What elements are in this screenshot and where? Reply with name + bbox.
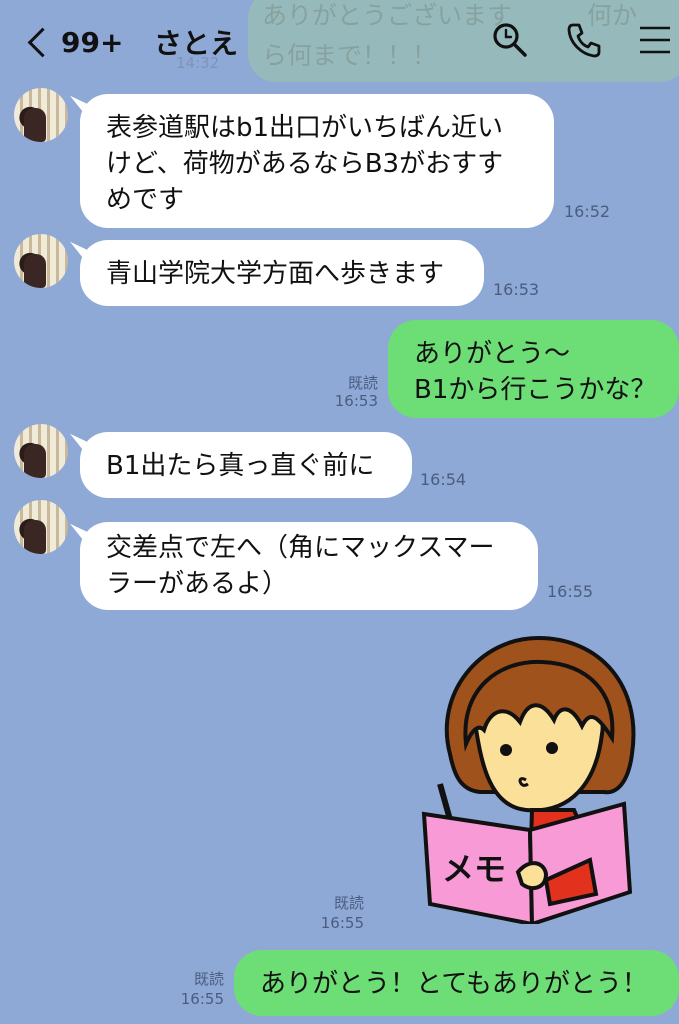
message-bubble-incoming[interactable]: 表参道駅はb1出口がいちばん近い けど、荷物があるならB3がおすす めです	[80, 94, 554, 228]
avatar[interactable]	[14, 88, 68, 142]
chat-header: 99+ さとえ	[0, 0, 679, 82]
message-time: 16:53	[334, 392, 378, 410]
avatar[interactable]	[14, 500, 68, 554]
message-bubble-incoming[interactable]: B1出たら真っ直ぐ前に	[80, 432, 412, 498]
sticker-girl-memo[interactable]: メモ	[420, 634, 652, 924]
read-receipt: 既読	[333, 894, 364, 912]
read-receipt: 既読	[193, 970, 224, 988]
search-icon[interactable]	[490, 20, 530, 60]
read-receipt: 既読	[347, 374, 378, 392]
sticker-memo-text: メモ	[442, 850, 506, 888]
message-time: 16:52	[564, 202, 611, 221]
message-time: 16:55	[547, 582, 594, 601]
phone-icon[interactable]	[564, 20, 604, 60]
message-time: 16:54	[420, 470, 467, 489]
message-time: 16:55	[320, 914, 364, 932]
message-time: 16:55	[180, 990, 224, 1008]
avatar[interactable]	[14, 234, 68, 288]
message-bubble-outgoing[interactable]: ありがとう〜 B1から行こうかな？	[388, 320, 679, 418]
back-button[interactable]: 99+	[22, 22, 132, 62]
message-bubble-incoming[interactable]: 交差点で左へ（角にマックスマー ラーがあるよ）	[80, 522, 538, 610]
chevron-left-icon	[27, 27, 58, 57]
contact-name: さとえ	[154, 27, 239, 60]
menu-icon[interactable]	[636, 20, 676, 60]
message-bubble-outgoing[interactable]: ありがとう！とてもありがとう！	[234, 950, 679, 1016]
message-bubble-incoming[interactable]: 青山学院大学方面へ歩きます	[80, 240, 484, 306]
avatar[interactable]	[14, 424, 68, 478]
unread-count: 99+	[61, 25, 124, 59]
message-time: 16:53	[493, 280, 540, 299]
